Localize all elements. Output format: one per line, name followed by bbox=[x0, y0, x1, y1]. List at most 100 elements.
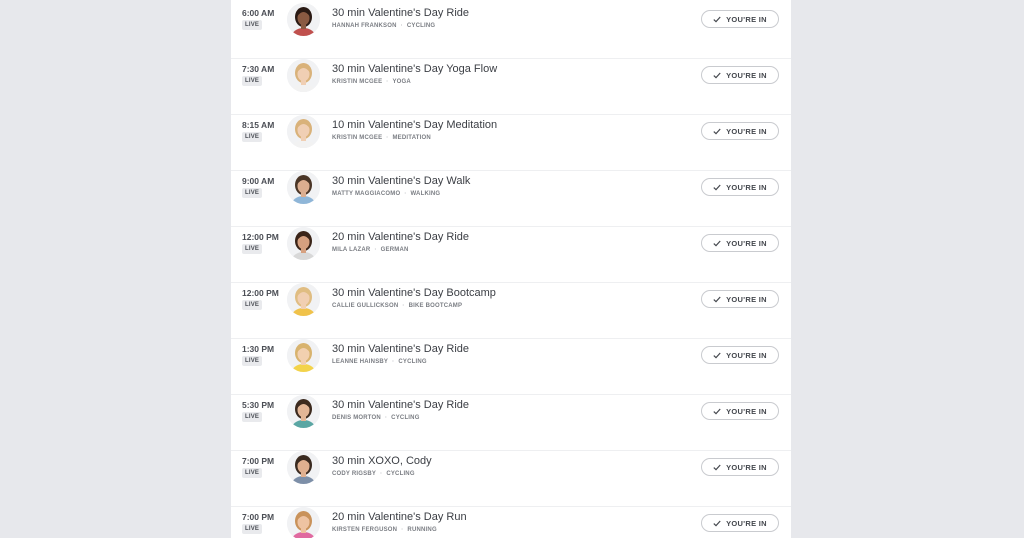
class-time: 6:00 AM bbox=[242, 8, 275, 18]
check-icon bbox=[713, 464, 721, 471]
live-badge: LIVE bbox=[242, 524, 263, 534]
class-category: CYCLING bbox=[406, 23, 436, 29]
check-icon bbox=[713, 72, 721, 79]
check-icon bbox=[713, 520, 721, 527]
instructor-name[interactable]: HANNAH FRANKSON bbox=[332, 23, 397, 29]
youre-in-button[interactable]: YOU'RE IN bbox=[701, 514, 779, 532]
live-badge: LIVE bbox=[242, 244, 263, 254]
separator-dot: · bbox=[384, 415, 388, 421]
class-category: YOGA bbox=[392, 79, 411, 85]
class-row[interactable]: 6:00 AM LIVE 30 min Valentine's Day Ride… bbox=[231, 3, 791, 59]
check-icon bbox=[713, 296, 721, 303]
class-row[interactable]: 12:00 PM LIVE 20 min Valentine's Day Rid… bbox=[231, 227, 791, 283]
instructor-name[interactable]: CODY RIGSBY bbox=[332, 471, 376, 477]
youre-in-button[interactable]: YOU'RE IN bbox=[701, 402, 779, 420]
class-meta: KRISTIN MCGEE · YOGA bbox=[332, 79, 411, 85]
youre-in-button[interactable]: YOU'RE IN bbox=[701, 178, 779, 196]
class-title[interactable]: 30 min Valentine's Day Ride bbox=[332, 343, 469, 355]
class-title[interactable]: 30 min Valentine's Day Ride bbox=[332, 7, 469, 19]
class-row[interactable]: 7:30 AM LIVE 30 min Valentine's Day Yoga… bbox=[231, 59, 791, 115]
live-badge: LIVE bbox=[242, 20, 263, 30]
youre-in-button[interactable]: YOU'RE IN bbox=[701, 234, 779, 252]
class-time: 12:00 PM bbox=[242, 288, 279, 298]
class-category: CYCLING bbox=[386, 471, 415, 477]
class-title[interactable]: 30 min Valentine's Day Yoga Flow bbox=[332, 63, 497, 75]
live-badge: LIVE bbox=[242, 356, 263, 366]
instructor-avatar bbox=[287, 59, 320, 92]
check-icon bbox=[713, 128, 721, 135]
class-title[interactable]: 10 min Valentine's Day Meditation bbox=[332, 119, 497, 131]
live-badge: LIVE bbox=[242, 132, 263, 142]
separator-dot: · bbox=[380, 471, 383, 477]
instructor-name[interactable]: LEANNE HAINSBY bbox=[332, 359, 388, 365]
instructor-name[interactable]: KIRSTEN FERGUSON bbox=[332, 527, 397, 533]
check-icon bbox=[713, 408, 721, 415]
class-row[interactable]: 1:30 PM LIVE 30 min Valentine's Day Ride… bbox=[231, 339, 791, 395]
youre-in-button[interactable]: YOU'RE IN bbox=[701, 66, 779, 84]
live-badge: LIVE bbox=[242, 300, 263, 310]
instructor-name[interactable]: KRISTIN MCGEE bbox=[332, 135, 382, 141]
class-time: 1:30 PM bbox=[242, 344, 275, 354]
instructor-name[interactable]: DENIS MORTON bbox=[332, 415, 381, 421]
youre-in-label: YOU'RE IN bbox=[726, 518, 767, 528]
class-time: 7:30 AM bbox=[242, 64, 275, 74]
youre-in-button[interactable]: YOU'RE IN bbox=[701, 290, 779, 308]
class-meta: CALLIE GULLICKSON · BIKE BOOTCAMP bbox=[332, 303, 462, 309]
class-category: CYCLING bbox=[398, 359, 427, 365]
youre-in-button[interactable]: YOU'RE IN bbox=[701, 346, 779, 364]
class-row[interactable]: 5:30 PM LIVE 30 min Valentine's Day Ride… bbox=[231, 395, 791, 451]
class-time: 12:00 PM bbox=[242, 232, 279, 242]
class-category: GERMAN bbox=[380, 247, 409, 253]
instructor-avatar bbox=[287, 3, 320, 36]
youre-in-button[interactable]: YOU'RE IN bbox=[701, 10, 779, 28]
instructor-name[interactable]: CALLIE GULLICKSON bbox=[332, 303, 398, 309]
class-row[interactable]: 7:00 PM LIVE 30 min XOXO, Cody CODY RIGS… bbox=[231, 451, 791, 507]
class-time: 7:00 PM bbox=[242, 456, 275, 466]
youre-in-label: YOU'RE IN bbox=[726, 126, 767, 136]
youre-in-button[interactable]: YOU'RE IN bbox=[701, 122, 779, 140]
class-title[interactable]: 30 min XOXO, Cody bbox=[332, 455, 432, 467]
class-title[interactable]: 20 min Valentine's Day Run bbox=[332, 511, 467, 523]
class-category: MEDITATION bbox=[392, 135, 431, 141]
check-icon bbox=[713, 352, 721, 359]
instructor-avatar bbox=[287, 451, 320, 484]
instructor-avatar bbox=[287, 171, 320, 204]
separator-dot: · bbox=[374, 247, 377, 253]
instructor-name[interactable]: MATTY MAGGIACOMO bbox=[332, 191, 400, 197]
class-meta: HANNAH FRANKSON · CYCLING bbox=[332, 23, 435, 29]
instructor-avatar bbox=[287, 339, 320, 372]
instructor-avatar bbox=[287, 115, 320, 148]
youre-in-label: YOU'RE IN bbox=[726, 238, 767, 248]
class-meta: MILA LAZAR · GERMAN bbox=[332, 247, 409, 253]
class-title[interactable]: 30 min Valentine's Day Walk bbox=[332, 175, 470, 187]
class-meta: KRISTIN MCGEE · MEDITATION bbox=[332, 135, 431, 141]
class-category: CYCLING bbox=[391, 415, 420, 421]
check-icon bbox=[713, 16, 721, 23]
class-category: WALKING bbox=[410, 191, 441, 197]
class-row[interactable]: 8:15 AM LIVE 10 min Valentine's Day Medi… bbox=[231, 115, 791, 171]
class-title[interactable]: 30 min Valentine's Day Bootcamp bbox=[332, 287, 496, 299]
class-row[interactable]: 9:00 AM LIVE 30 min Valentine's Day Walk… bbox=[231, 171, 791, 227]
class-meta: MATTY MAGGIACOMO · WALKING bbox=[332, 191, 440, 197]
instructor-avatar bbox=[287, 227, 320, 260]
class-meta: DENIS MORTON · CYCLING bbox=[332, 415, 420, 421]
class-time: 9:00 AM bbox=[242, 176, 275, 186]
class-title[interactable]: 30 min Valentine's Day Ride bbox=[332, 399, 469, 411]
separator-dot: · bbox=[402, 303, 405, 309]
youre-in-button[interactable]: YOU'RE IN bbox=[701, 458, 779, 476]
class-title[interactable]: 20 min Valentine's Day Ride bbox=[332, 231, 469, 243]
class-schedule-panel: 6:00 AM LIVE 30 min Valentine's Day Ride… bbox=[231, 0, 791, 538]
class-meta: KIRSTEN FERGUSON · RUNNING bbox=[332, 527, 437, 533]
youre-in-label: YOU'RE IN bbox=[726, 462, 767, 472]
separator-dot: · bbox=[386, 135, 389, 141]
class-category: BIKE BOOTCAMP bbox=[408, 303, 463, 309]
instructor-name[interactable]: KRISTIN MCGEE bbox=[332, 79, 382, 85]
class-category: RUNNING bbox=[407, 527, 437, 533]
class-time: 5:30 PM bbox=[242, 400, 275, 410]
instructor-name[interactable]: MILA LAZAR bbox=[332, 247, 370, 253]
class-row[interactable]: 7:00 PM LIVE 20 min Valentine's Day Run … bbox=[231, 507, 791, 538]
class-row[interactable]: 12:00 PM LIVE 30 min Valentine's Day Boo… bbox=[231, 283, 791, 339]
instructor-avatar bbox=[287, 283, 320, 316]
class-meta: CODY RIGSBY · CYCLING bbox=[332, 471, 415, 477]
instructor-avatar bbox=[287, 507, 320, 538]
